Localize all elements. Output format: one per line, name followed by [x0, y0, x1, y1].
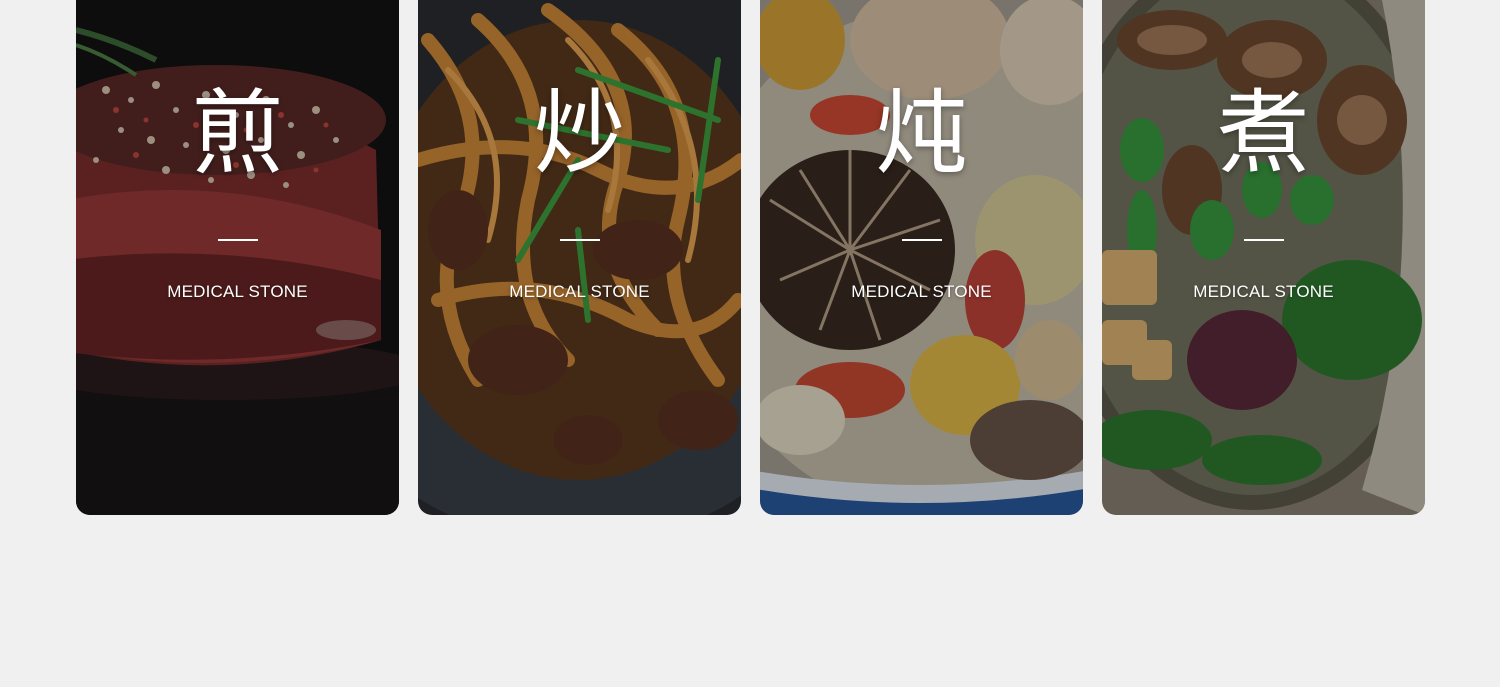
card-title: 煎: [191, 80, 284, 187]
card-stir-fry[interactable]: 炒 MEDICAL STONE: [418, 0, 741, 515]
card-subtitle: MEDICAL STONE: [509, 282, 650, 301]
card-title: 炖: [875, 80, 968, 187]
title-divider: [559, 239, 600, 241]
title-divider: [217, 239, 258, 241]
card-sear[interactable]: 煎 MEDICAL STONE: [76, 0, 399, 515]
card-subtitle: MEDICAL STONE: [167, 282, 308, 301]
image-overlay: [760, 0, 1083, 515]
card-stew[interactable]: 炖 MEDICAL STONE: [760, 0, 1083, 515]
card-title: 炒: [533, 80, 626, 187]
card-subtitle: MEDICAL STONE: [1193, 282, 1334, 301]
image-overlay: [1102, 0, 1425, 515]
card-title: 煮: [1217, 80, 1310, 187]
image-overlay: [418, 0, 741, 515]
card-subtitle: MEDICAL STONE: [851, 282, 992, 301]
title-divider: [901, 239, 942, 241]
title-divider: [1243, 239, 1284, 241]
cooking-method-cards: 煎 MEDICAL STONE 炒 MEDICAL STONE 炖 MEDICA…: [76, 0, 1425, 515]
image-overlay: [76, 0, 399, 515]
card-boil[interactable]: 煮 MEDICAL STONE: [1102, 0, 1425, 515]
